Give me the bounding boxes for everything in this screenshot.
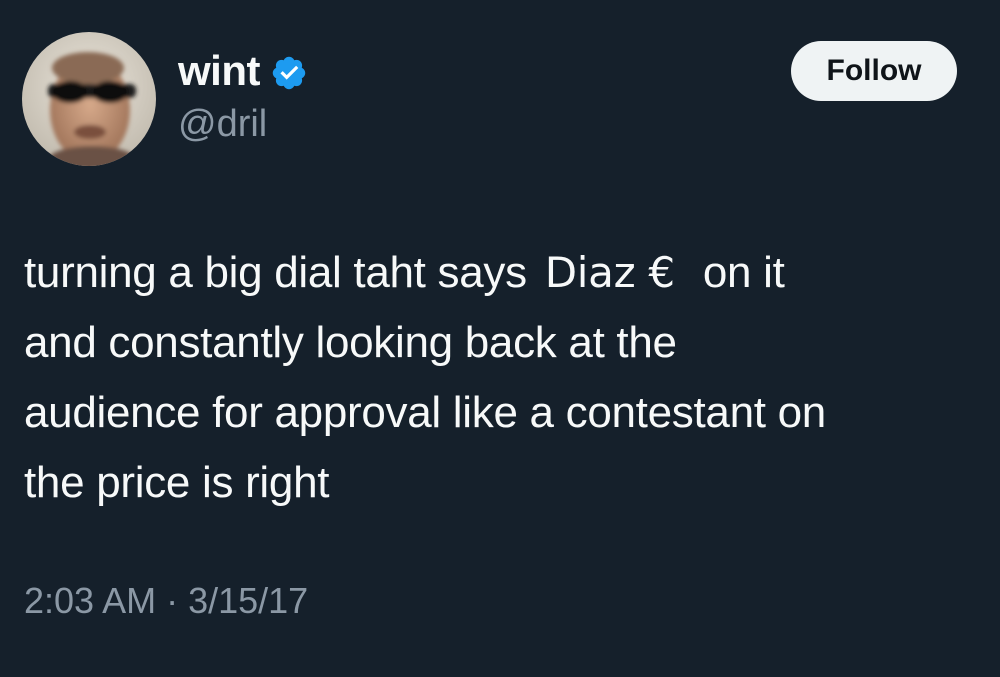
verified-badge-icon [270, 54, 308, 92]
user-handle[interactable]: @dril [178, 103, 267, 146]
author-name-row: wint [178, 46, 308, 96]
diaz-euro-text: Diaz € [544, 248, 675, 297]
display-name[interactable]: wint [178, 47, 260, 95]
user-avatar-image [22, 32, 156, 166]
tweet-text-segment: turning a big dial taht says [24, 248, 527, 297]
avatar[interactable] [22, 32, 156, 166]
tweet-line-1: turning a big dial taht says Diaz € on it [24, 238, 984, 308]
follow-button[interactable]: Follow [791, 41, 957, 101]
tweet-line-4: the price is right [24, 458, 330, 507]
tweet-line-2: and constantly looking back at the [24, 318, 677, 367]
tweet-line-3: audience for approval like a contestant … [24, 388, 826, 437]
tweet-text-segment: on it [702, 248, 785, 297]
tweet-text: turning a big dial taht says Diaz € on it… [24, 238, 984, 518]
tweet-timestamp[interactable]: 2:03 AM · 3/15/17 [24, 580, 308, 622]
